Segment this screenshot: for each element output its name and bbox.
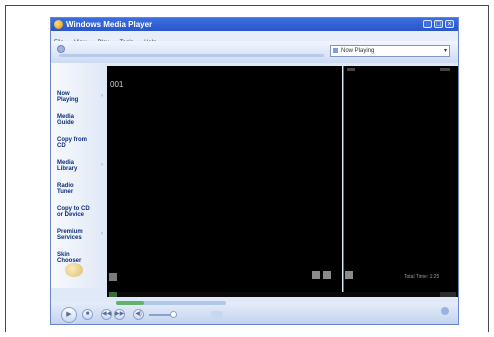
- video-pane[interactable]: 001: [107, 66, 342, 292]
- toolbar: Now Playing ▾: [51, 41, 458, 63]
- playlist-header-right: [440, 68, 450, 71]
- stop-button[interactable]: ■: [82, 309, 93, 320]
- taskbar-item-label: Copy to CD or Device: [57, 206, 90, 218]
- playlist-pane: Total Time: 1:25: [343, 66, 458, 292]
- status-right-indicator: [440, 292, 456, 297]
- visualization-next-button[interactable]: [323, 271, 331, 279]
- taskbar-item-copy-to-cd[interactable]: Copy to CD or Device: [57, 206, 105, 218]
- taskbar-item-label: Copy from CD: [57, 137, 87, 149]
- taskbar-item-label: Now Playing: [57, 91, 79, 103]
- minimize-button[interactable]: _: [423, 20, 432, 28]
- playlist-header-left: [347, 68, 355, 71]
- status-indicator: [109, 292, 117, 297]
- title-bar[interactable]: Windows Media Player _ □ ×: [51, 18, 458, 31]
- equalizer-icon[interactable]: [211, 311, 223, 319]
- visualization-prev-button[interactable]: [312, 271, 320, 279]
- back-button[interactable]: [57, 45, 65, 53]
- video-title: 001: [110, 80, 124, 89]
- toolbar-track: [59, 54, 324, 57]
- maximize-button[interactable]: □: [434, 20, 443, 28]
- taskbar-item-label: Media Guide: [57, 114, 75, 126]
- chevron-right-icon: ›: [101, 93, 103, 99]
- taskbar-item-copy-from-cd[interactable]: Copy from CD: [57, 137, 105, 149]
- chevron-right-icon: ›: [101, 231, 103, 237]
- compact-mode-icon[interactable]: [441, 307, 449, 315]
- close-button[interactable]: ×: [445, 20, 454, 28]
- volume-slider-knob[interactable]: [170, 311, 177, 318]
- taskbar-item-media-library[interactable]: Media Library ›: [57, 160, 105, 172]
- taskbar-item-label: Skin Chooser: [57, 252, 82, 264]
- media-player-window: Windows Media Player _ □ × File View Pla…: [50, 17, 459, 325]
- taskbar-item-label: Premium Services: [57, 229, 83, 241]
- taskbar-item-premium-services[interactable]: Premium Services ›: [57, 229, 105, 241]
- transport-controls: ▶ ■ ◀◀ ▶▶ ◀): [51, 302, 458, 324]
- chevron-down-icon: ▾: [443, 48, 447, 54]
- now-playing-icon: [333, 48, 338, 53]
- play-button[interactable]: ▶: [61, 307, 77, 323]
- window-title: Windows Media Player: [66, 20, 153, 29]
- taskbar-item-skin-chooser[interactable]: Skin Chooser: [57, 252, 105, 264]
- seek-bar-progress: [116, 301, 144, 305]
- total-time-label: Total Time: 1:25: [404, 274, 440, 280]
- taskbar-item-now-playing[interactable]: Now Playing ›: [57, 91, 105, 103]
- menu-bar: File View Play Tools Help: [51, 31, 458, 46]
- taskbar-item-label: Media Library: [57, 160, 78, 172]
- previous-button[interactable]: ◀◀: [101, 309, 112, 320]
- taskbar: Now Playing › Media Guide Copy from CD M…: [51, 63, 107, 288]
- playlist-options-button[interactable]: [345, 271, 353, 279]
- windows-logo-icon: [65, 263, 83, 277]
- mute-button[interactable]: ◀): [133, 309, 144, 320]
- windows-media-player-logo-icon: [54, 20, 63, 29]
- fullscreen-button[interactable]: [109, 273, 117, 281]
- now-playing-value: Now Playing: [341, 48, 375, 54]
- status-bar: [107, 292, 458, 297]
- taskbar-item-label: Radio Tuner: [57, 183, 74, 195]
- chevron-right-icon: ›: [101, 162, 103, 168]
- taskbar-item-media-guide[interactable]: Media Guide: [57, 114, 105, 126]
- taskbar-item-radio-tuner[interactable]: Radio Tuner: [57, 183, 105, 195]
- next-button[interactable]: ▶▶: [114, 309, 125, 320]
- now-playing-dropdown[interactable]: Now Playing ▾: [330, 45, 450, 57]
